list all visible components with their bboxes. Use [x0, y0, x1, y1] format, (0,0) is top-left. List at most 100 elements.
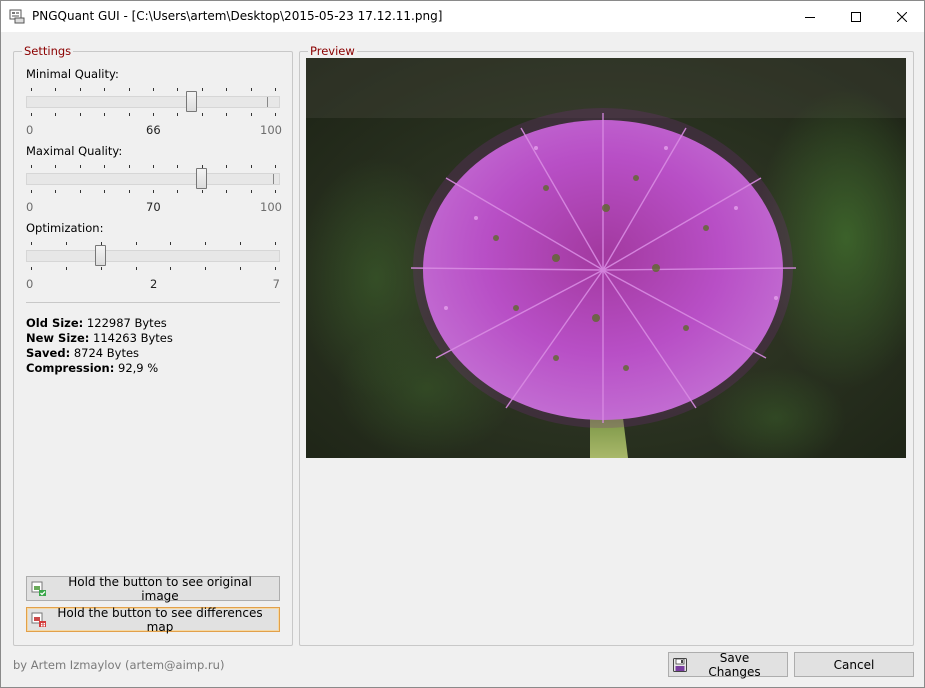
minimize-icon — [805, 16, 815, 18]
save-changes-button[interactable]: Save Changes — [668, 650, 788, 679]
slider-tick — [104, 113, 105, 116]
saved-value: 8724 Bytes — [70, 346, 140, 360]
settings-legend: Settings — [24, 44, 72, 58]
maximize-icon — [851, 11, 861, 22]
slider-tick — [31, 190, 32, 193]
new-size-label: New Size: — [26, 331, 90, 345]
title-bar[interactable]: PNGQuant GUI - [C:\Users\artem\Desktop\2… — [1, 1, 924, 32]
slider-tick — [205, 267, 206, 270]
show-differences-button[interactable]: Hold the button to see differences map — [26, 605, 280, 634]
slider-tick — [80, 113, 81, 116]
slider-tick — [275, 88, 276, 91]
settings-divider — [26, 302, 280, 303]
app-window: PNGQuant GUI - [C:\Users\artem\Desktop\2… — [0, 0, 925, 688]
min-quality-limit-marker — [267, 97, 268, 107]
save-changes-label: Save Changes — [708, 650, 761, 679]
minimize-button[interactable] — [787, 1, 833, 32]
slider-tick — [55, 88, 56, 91]
slider-tick — [226, 190, 227, 193]
slider-tick — [80, 165, 81, 168]
optimization-value: 2 — [150, 277, 158, 291]
slider-tick — [226, 165, 227, 168]
old-size-stat: Old Size: 122987 Bytes — [26, 316, 167, 330]
slider-tick — [31, 165, 32, 168]
min-quality-slider-thumb[interactable] — [186, 91, 197, 112]
slider-tick — [31, 242, 32, 245]
slider-tick — [202, 190, 203, 193]
slider-tick — [226, 88, 227, 91]
slider-tick — [80, 88, 81, 91]
compression-value: 92,9 % — [114, 361, 159, 375]
preview-legend: Preview — [310, 44, 355, 58]
slider-tick — [104, 190, 105, 193]
optimization-scale-max: 7 — [272, 277, 280, 291]
original-image-icon — [31, 581, 46, 596]
slider-tick — [129, 113, 130, 116]
saved-stat: Saved: 8724 Bytes — [26, 346, 139, 360]
slider-tick — [177, 88, 178, 91]
slider-tick — [240, 267, 241, 270]
show-differences-label: Hold the button to see differences map — [57, 605, 263, 634]
slider-tick — [55, 113, 56, 116]
slider-tick — [275, 165, 276, 168]
flower-photo — [306, 58, 906, 458]
app-icon — [9, 8, 25, 24]
new-size-stat: New Size: 114263 Bytes — [26, 331, 173, 345]
slider-tick — [129, 190, 130, 193]
slider-tick — [31, 267, 32, 270]
slider-tick — [31, 88, 32, 91]
slider-tick — [170, 267, 171, 270]
old-size-value: 122987 Bytes — [83, 316, 167, 330]
slider-tick — [80, 190, 81, 193]
slider-tick — [251, 88, 252, 91]
slider-tick — [104, 165, 105, 168]
max-quality-track[interactable] — [26, 173, 280, 185]
slider-tick — [104, 88, 105, 91]
slider-tick — [136, 242, 137, 245]
slider-tick — [153, 165, 154, 168]
slider-tick — [226, 113, 227, 116]
max-quality-ticks-bottom — [26, 190, 280, 194]
slider-tick — [55, 190, 56, 193]
optimization-slider-thumb[interactable] — [95, 245, 106, 266]
max-quality-scale-min: 0 — [26, 200, 34, 214]
slider-tick — [251, 113, 252, 116]
min-quality-ticks-bottom — [26, 113, 280, 117]
min-quality-value: 66 — [146, 123, 161, 137]
close-icon — [897, 11, 907, 22]
min-quality-ticks-top — [26, 88, 280, 92]
min-quality-scale-min: 0 — [26, 123, 34, 137]
slider-tick — [275, 267, 276, 270]
window-title: PNGQuant GUI - [C:\Users\artem\Desktop\2… — [32, 9, 443, 23]
slider-tick — [275, 190, 276, 193]
optimization-scale-min: 0 — [26, 277, 34, 291]
slider-tick — [177, 190, 178, 193]
slider-tick — [101, 267, 102, 270]
cancel-button[interactable]: Cancel — [794, 652, 914, 677]
slider-tick — [251, 165, 252, 168]
slider-tick — [251, 190, 252, 193]
slider-tick — [153, 113, 154, 116]
new-size-value: 114263 Bytes — [89, 331, 173, 345]
slider-tick — [177, 165, 178, 168]
slider-tick — [153, 190, 154, 193]
differences-map-icon — [31, 612, 46, 627]
show-original-button[interactable]: Hold the button to see original image — [26, 575, 280, 603]
close-button[interactable] — [879, 1, 925, 32]
slider-tick — [275, 242, 276, 245]
min-quality-track[interactable] — [26, 96, 280, 108]
slider-tick — [153, 88, 154, 91]
maximize-button[interactable] — [833, 1, 879, 32]
slider-tick — [31, 113, 32, 116]
slider-tick — [129, 165, 130, 168]
slider-tick — [170, 242, 171, 245]
slider-tick — [66, 242, 67, 245]
slider-tick — [275, 113, 276, 116]
old-size-label: Old Size: — [26, 316, 84, 330]
slider-tick — [129, 88, 130, 91]
optimization-track[interactable] — [26, 250, 280, 262]
slider-tick — [202, 113, 203, 116]
slider-tick — [240, 242, 241, 245]
max-quality-label: Maximal Quality: — [26, 144, 123, 158]
max-quality-slider-thumb[interactable] — [196, 168, 207, 189]
